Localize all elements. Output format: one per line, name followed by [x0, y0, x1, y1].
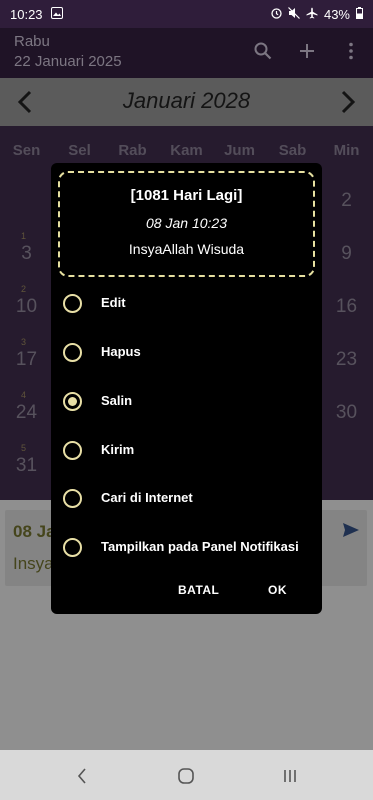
option-edit[interactable]: Edit — [51, 282, 322, 326]
event-name: InsyaAllah Wisuda — [128, 241, 245, 257]
option-kirim[interactable]: Kirim — [51, 429, 322, 473]
option-label: Cari di Internet — [101, 490, 193, 505]
airplane-mode-icon — [306, 7, 318, 22]
radio-button[interactable] — [63, 441, 82, 460]
mute-icon — [288, 6, 300, 22]
event-countdown: [1081 Hari Lagi] — [130, 187, 243, 204]
back-icon[interactable] — [70, 764, 94, 788]
status-time: 10:23 — [10, 6, 43, 22]
cancel-button[interactable]: BATAL — [178, 583, 219, 597]
option-label: Hapus — [101, 344, 141, 359]
alarm-icon — [271, 7, 282, 22]
radio-button[interactable] — [63, 489, 82, 508]
battery-icon — [356, 6, 363, 22]
gallery-icon — [50, 6, 63, 22]
radio-button-selected[interactable] — [63, 392, 82, 411]
event-action-dialog: [1081 Hari Lagi] 08 Jan 10:23 InsyaAllah… — [51, 163, 322, 614]
status-bar: 10:23 43% — [0, 0, 373, 28]
option-label: Edit — [101, 295, 126, 310]
system-nav-bar — [0, 750, 373, 800]
option-tampilkan-notifikasi[interactable]: Tampilkan pada Panel Notifikasi — [51, 526, 322, 570]
event-datetime: 08 Jan 10:23 — [146, 215, 227, 231]
option-hapus[interactable]: Hapus — [51, 331, 322, 375]
option-label: Tampilkan pada Panel Notifikasi — [101, 539, 299, 554]
radio-button[interactable] — [63, 343, 82, 362]
option-salin[interactable]: Salin — [51, 380, 322, 424]
ok-button[interactable]: OK — [268, 583, 287, 597]
recents-icon[interactable] — [278, 764, 302, 788]
event-summary: [1081 Hari Lagi] 08 Jan 10:23 InsyaAllah… — [58, 171, 315, 277]
radio-button[interactable] — [63, 294, 82, 313]
option-label: Salin — [101, 393, 133, 408]
option-cari-di-internet[interactable]: Cari di Internet — [51, 477, 322, 521]
option-label: Kirim — [101, 442, 135, 457]
radio-button[interactable] — [63, 538, 82, 557]
battery-percent: 43% — [323, 6, 350, 22]
home-icon[interactable] — [174, 764, 198, 788]
